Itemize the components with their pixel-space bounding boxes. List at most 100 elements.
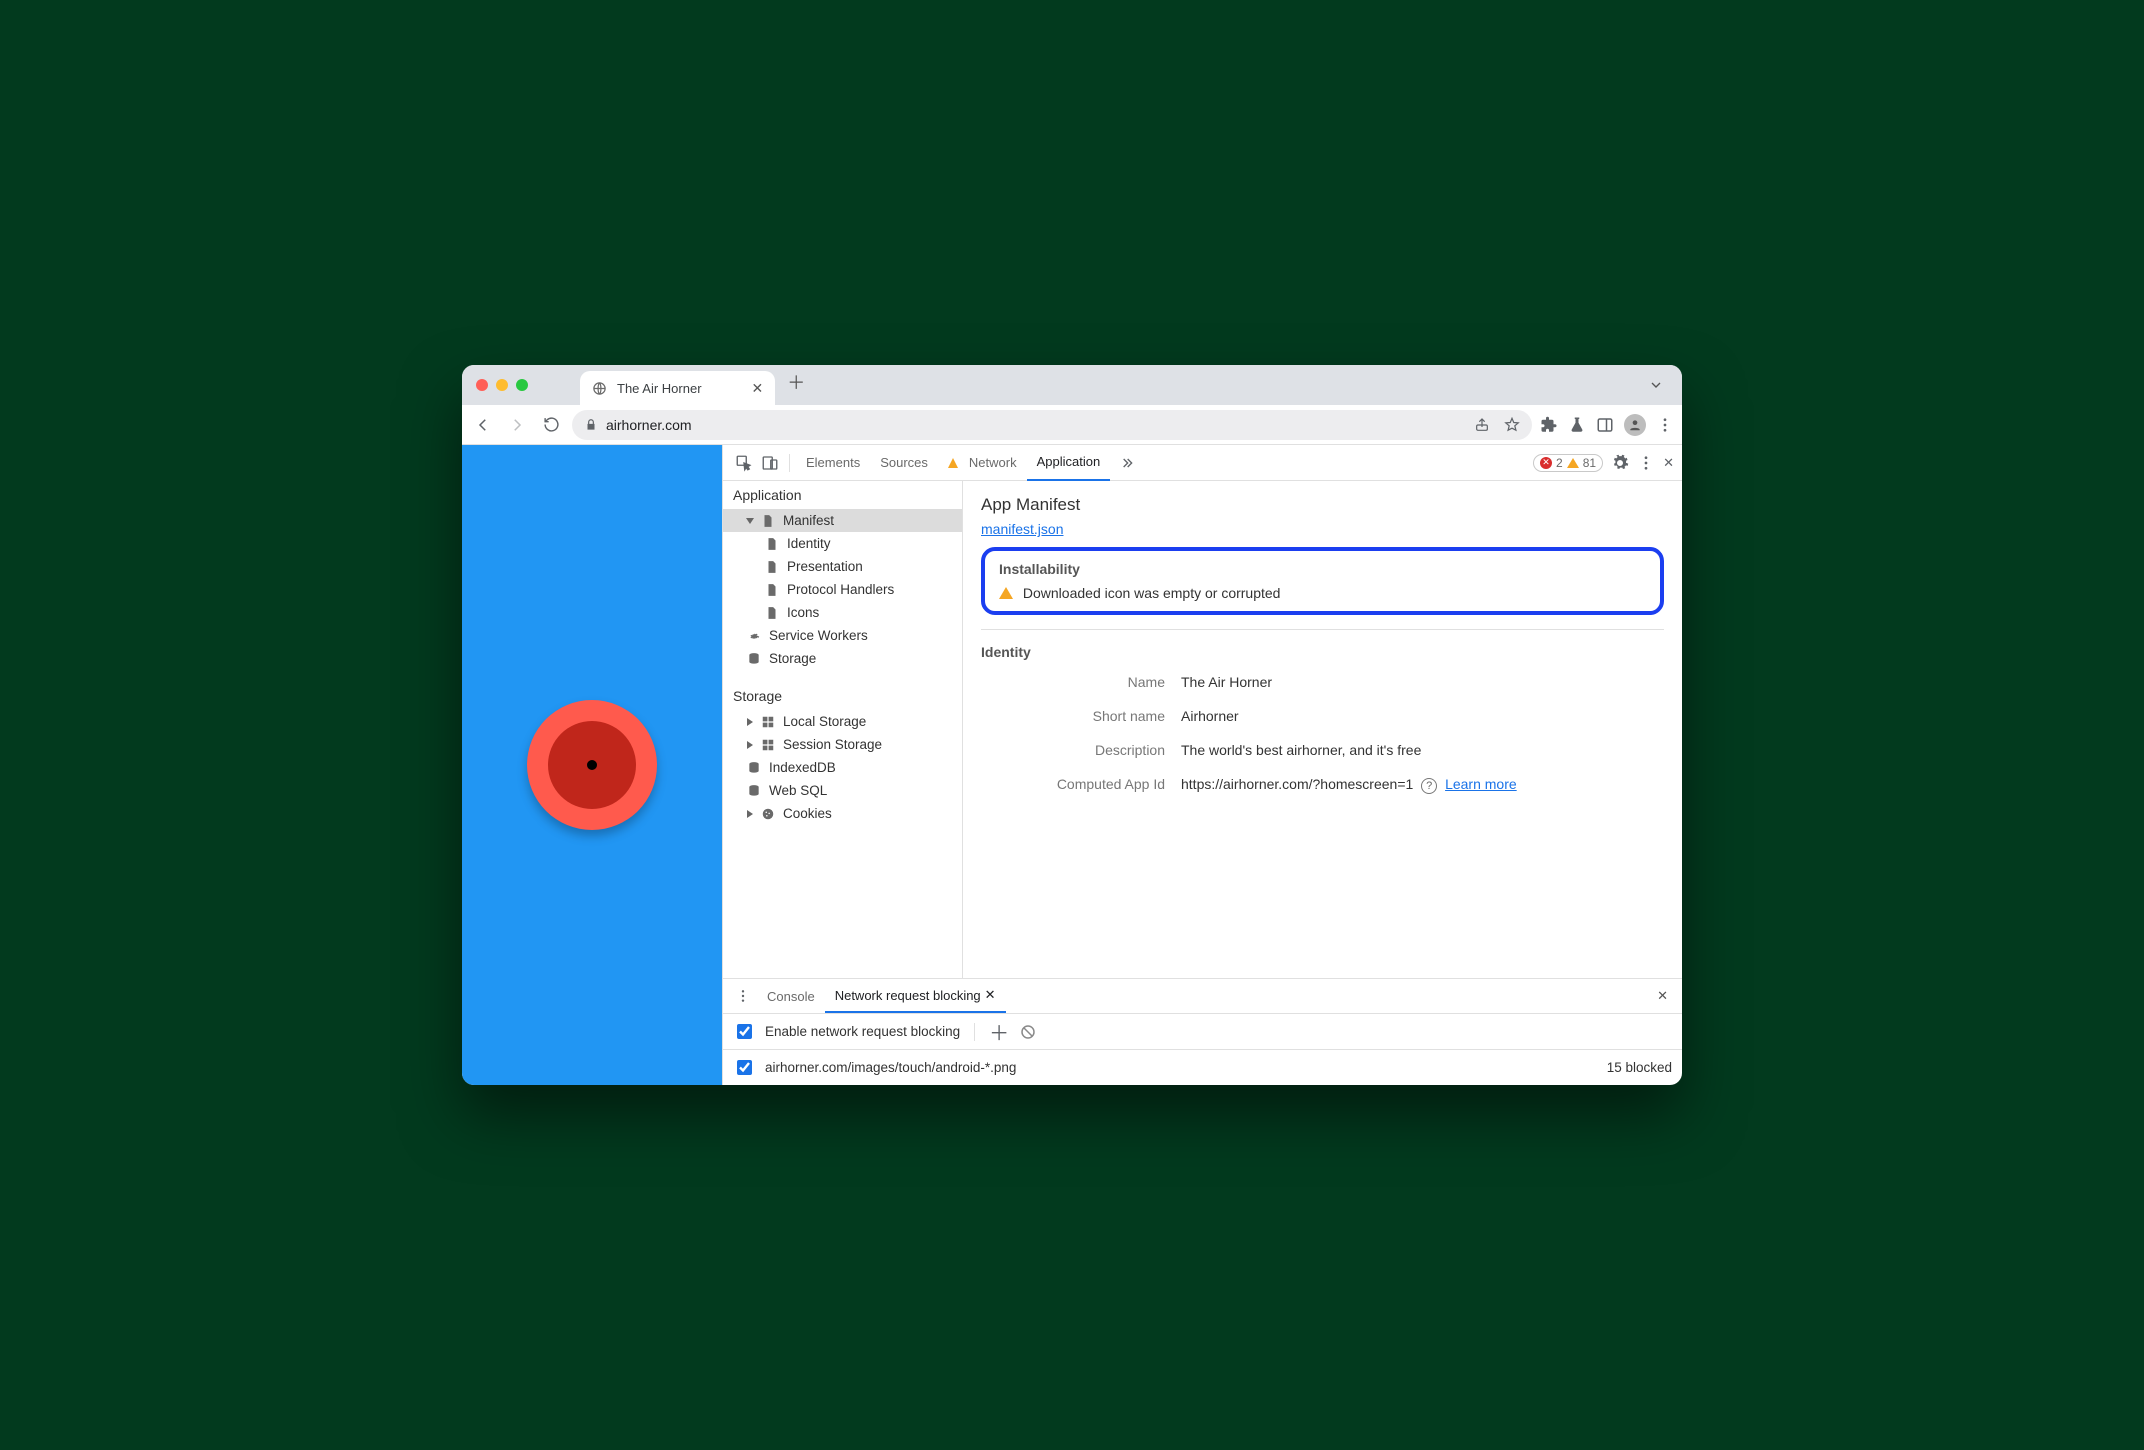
- value-description: The world's best airhorner, and it's fre…: [1181, 742, 1664, 758]
- back-button[interactable]: [470, 412, 496, 438]
- lock-icon: [584, 418, 598, 432]
- block-all-icon[interactable]: [1019, 1023, 1037, 1041]
- issue-counter[interactable]: ✕2 81: [1533, 454, 1603, 472]
- devtools-tabbar: Elements Sources Network Application ✕2 …: [723, 445, 1682, 481]
- reload-button[interactable]: [538, 412, 564, 438]
- document-icon: [765, 537, 779, 551]
- sidebar-item-storage[interactable]: Storage: [723, 647, 962, 670]
- sidebar-item-icons[interactable]: Icons: [723, 601, 962, 624]
- tabs-dropdown-icon[interactable]: [1648, 377, 1664, 393]
- close-tab-icon[interactable]: ✕: [985, 987, 996, 1003]
- label-short-name: Short name: [981, 708, 1181, 724]
- drawer-menu-icon[interactable]: [729, 988, 757, 1004]
- pane-title: App Manifest: [981, 495, 1664, 515]
- kebab-menu-icon[interactable]: [1656, 416, 1674, 434]
- installability-heading: Installability: [999, 561, 1646, 577]
- tab-application[interactable]: Application: [1027, 445, 1111, 481]
- warning-icon: [948, 458, 958, 468]
- devtools-close-icon[interactable]: ✕: [1663, 455, 1674, 471]
- grid-icon: [761, 715, 775, 729]
- share-icon[interactable]: [1474, 417, 1490, 433]
- airhorn-button[interactable]: [527, 700, 657, 830]
- browser-tab[interactable]: The Air Horner ✕: [580, 371, 775, 405]
- value-app-id: https://airhorner.com/?homescreen=1 ? Le…: [1181, 776, 1664, 794]
- sidebar-item-manifest[interactable]: Manifest: [723, 509, 962, 532]
- address-bar[interactable]: airhorner.com: [572, 410, 1532, 440]
- installability-warning: Downloaded icon was empty or corrupted: [999, 585, 1646, 601]
- url-toolbar: airhorner.com: [462, 405, 1682, 445]
- tab-network[interactable]: Network: [938, 445, 1027, 481]
- more-tabs-icon[interactable]: [1114, 450, 1140, 476]
- manifest-pane: App Manifest manifest.json Installabilit…: [963, 481, 1682, 978]
- pattern-enabled-checkbox[interactable]: [737, 1060, 752, 1075]
- drawer-tab-network-blocking[interactable]: Network request blocking✕: [825, 979, 1006, 1013]
- database-icon: [747, 652, 761, 666]
- devtools-panel: Elements Sources Network Application ✕2 …: [722, 445, 1682, 1085]
- labs-icon[interactable]: [1568, 416, 1586, 434]
- new-tab-button[interactable]: ＋: [787, 369, 805, 395]
- close-window-button[interactable]: [476, 379, 488, 391]
- close-tab-icon[interactable]: ✕: [752, 380, 764, 397]
- drawer-close-icon[interactable]: ✕: [1657, 988, 1668, 1004]
- settings-icon[interactable]: [1611, 454, 1629, 472]
- sidebar-item-presentation[interactable]: Presentation: [723, 555, 962, 578]
- label-description: Description: [981, 742, 1181, 758]
- tab-elements[interactable]: Elements: [796, 445, 870, 481]
- error-icon: ✕: [1540, 457, 1552, 469]
- devtools-menu-icon[interactable]: [1637, 454, 1655, 472]
- sidebar-item-indexeddb[interactable]: IndexedDB: [723, 756, 962, 779]
- sidebar-item-protocol-handlers[interactable]: Protocol Handlers: [723, 578, 962, 601]
- installability-section: Installability Downloaded icon was empty…: [981, 547, 1664, 615]
- identity-heading: Identity: [981, 644, 1664, 660]
- sidebar-item-session-storage[interactable]: Session Storage: [723, 733, 962, 756]
- browser-window: The Air Horner ✕ ＋ airhorner.com: [462, 365, 1682, 1085]
- manifest-file-link[interactable]: manifest.json: [981, 521, 1063, 537]
- drawer-tabbar: Console Network request blocking✕ ✕: [723, 979, 1682, 1013]
- value-name: The Air Horner: [1181, 674, 1664, 690]
- caret-down-icon: [746, 518, 754, 524]
- sidebar-item-cookies[interactable]: Cookies: [723, 802, 962, 825]
- profile-avatar[interactable]: [1624, 414, 1646, 436]
- learn-more-link[interactable]: Learn more: [1445, 776, 1517, 792]
- sidebar-item-local-storage[interactable]: Local Storage: [723, 710, 962, 733]
- document-icon: [765, 606, 779, 620]
- drawer-tab-console[interactable]: Console: [757, 979, 825, 1013]
- tab-sources[interactable]: Sources: [870, 445, 938, 481]
- window-controls: [476, 379, 528, 391]
- enable-blocking-checkbox[interactable]: [737, 1024, 752, 1039]
- airhorn-dot: [587, 760, 597, 770]
- content-area: Elements Sources Network Application ✕2 …: [462, 445, 1682, 1085]
- gear-icon: [747, 629, 761, 643]
- sidebar-item-websql[interactable]: Web SQL: [723, 779, 962, 802]
- device-toggle-icon[interactable]: [757, 450, 783, 476]
- identity-section: Identity Name The Air Horner Short name …: [981, 629, 1664, 794]
- sidebar-item-identity[interactable]: Identity: [723, 532, 962, 555]
- database-icon: [747, 784, 761, 798]
- bookmark-icon[interactable]: [1504, 417, 1520, 433]
- devtools-drawer: Console Network request blocking✕ ✕ Enab…: [723, 978, 1682, 1085]
- label-name: Name: [981, 674, 1181, 690]
- zoom-window-button[interactable]: [516, 379, 528, 391]
- add-pattern-icon[interactable]: ＋: [989, 1017, 1009, 1046]
- sidebar-section-storage: Storage: [723, 682, 962, 710]
- inspect-icon[interactable]: [731, 450, 757, 476]
- warning-icon: [1567, 458, 1579, 468]
- grid-icon: [761, 738, 775, 752]
- minimize-window-button[interactable]: [496, 379, 508, 391]
- url-text: airhorner.com: [606, 417, 692, 433]
- cookie-icon: [761, 807, 775, 821]
- value-short-name: Airhorner: [1181, 708, 1664, 724]
- blocked-count: 15 blocked: [1607, 1060, 1672, 1075]
- document-icon: [765, 583, 779, 597]
- warning-icon: [999, 587, 1013, 599]
- extensions-icon[interactable]: [1540, 416, 1558, 434]
- help-icon[interactable]: ?: [1421, 778, 1437, 794]
- sidebar-item-service-workers[interactable]: Service Workers: [723, 624, 962, 647]
- tab-title: The Air Horner: [617, 381, 702, 396]
- caret-right-icon: [747, 741, 753, 749]
- caret-right-icon: [747, 718, 753, 726]
- page-viewport: [462, 445, 722, 1085]
- blocking-pattern-row[interactable]: airhorner.com/images/touch/android-*.png…: [723, 1049, 1682, 1085]
- forward-button[interactable]: [504, 412, 530, 438]
- sidepanel-icon[interactable]: [1596, 416, 1614, 434]
